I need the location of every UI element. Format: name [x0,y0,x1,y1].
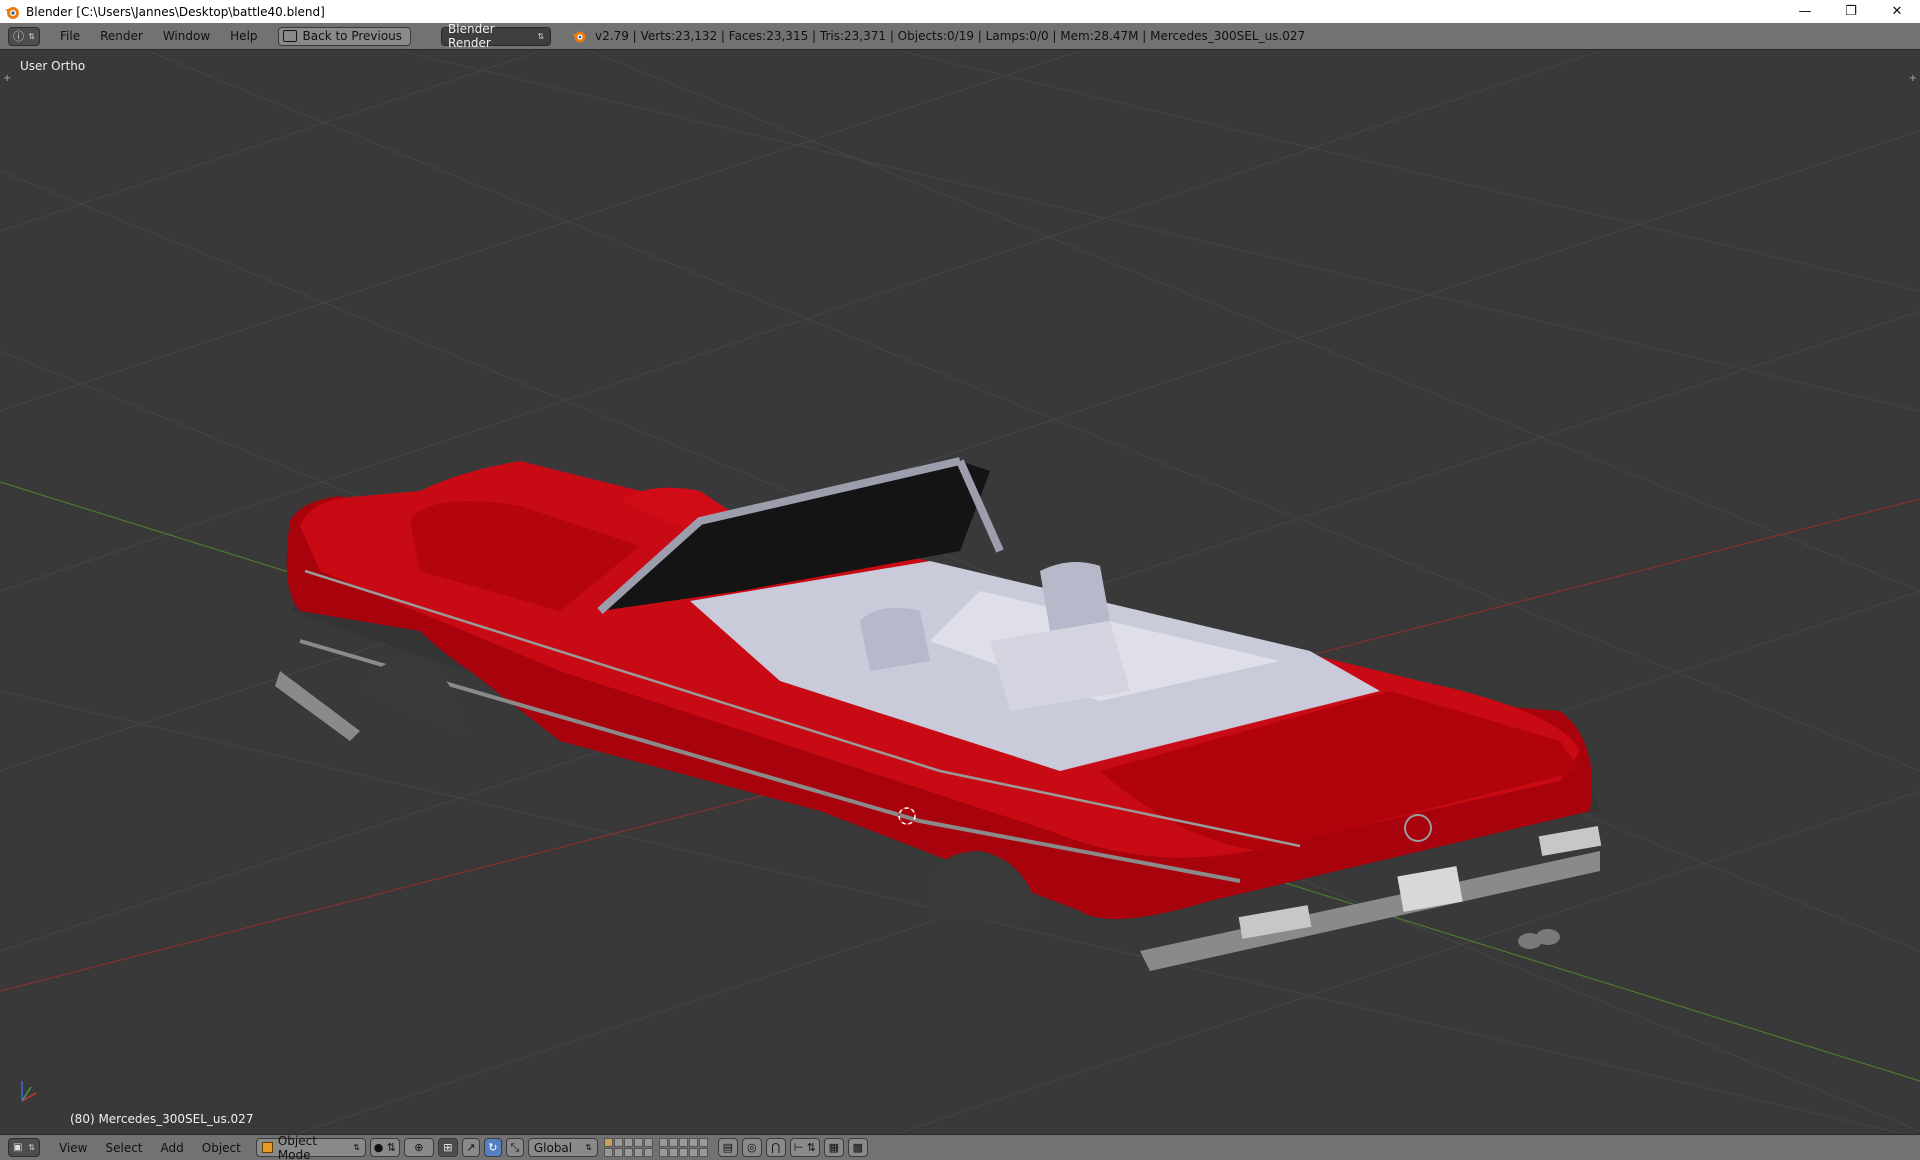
layer-icon[interactable] [603,1138,653,1157]
viewport-shading-icon: ● ⇅ [373,1141,396,1154]
active-object-label: (80) Mercedes_300SEL_us.027 [70,1112,254,1126]
render-preview-icon: ▦ [828,1141,840,1154]
info-header: ⓘ ⇅ File Render Window Help Back to Prev… [0,22,1920,50]
scale-icon: ⤡ [510,1140,520,1154]
scale-manipulator-button[interactable]: ⤡ [505,1138,524,1157]
window-controls: — ❐ ✕ [1782,0,1920,23]
proportional-edit-button[interactable]: ◎ [741,1138,762,1157]
chevron-updown-icon: ⇅ [537,31,545,41]
menu-view[interactable]: View [50,1141,96,1155]
menu-render[interactable]: Render [90,29,153,43]
menu-select[interactable]: Select [96,1141,151,1155]
layer-icon[interactable] [658,1138,708,1157]
interaction-mode-select[interactable]: Object Mode ⇅ [255,1134,366,1160]
scene-statistics: v2.79 | Verts:23,132 | Faces:23,315 | Tr… [595,29,1306,43]
3d-view-menu: View Select Add Object [50,1141,250,1155]
viewport-shading-button[interactable]: ● ⇅ [369,1138,400,1157]
editor-type-selector-3d[interactable]: ▣ ⇅ [8,1138,40,1157]
transform-orientation-select[interactable]: Global ⇅ [527,1138,598,1157]
snap-toggle-button[interactable]: ⋂ [765,1138,786,1157]
view-label: User Ortho [20,59,86,73]
magnet-icon: ⋂ [771,1141,781,1154]
axis-gizmo [21,1081,37,1102]
blender-logo-icon [4,4,20,20]
3d-view-header: ▣ ⇅ View Select Add Object Object Mode ⇅… [0,1134,1920,1160]
menu-help[interactable]: Help [220,29,267,43]
object-mode-icon [261,1142,273,1153]
3d-viewport[interactable]: + + User Ortho (80) Mercedes_300SEL_us.0… [0,51,1920,1133]
mode-label: Object Mode [277,1133,317,1160]
pivot-icon: ⊕ [414,1141,424,1154]
window-title-bar: Blender [C:\Users\Jannes\Desktop\battle4… [0,0,1920,23]
info-editor-icon: ⓘ [13,30,24,43]
back-icon [282,30,297,42]
menu-add[interactable]: Add [152,1141,193,1155]
3d-view-editor-icon: ▣ [13,1142,23,1153]
snap-element-icon: ⊢ ⇅ [793,1141,816,1154]
viewport-grid [0,51,1920,1133]
orientation-label: Global [533,1140,573,1155]
minimize-button[interactable]: — [1782,0,1828,23]
area-split-handle-left[interactable]: + [3,73,11,84]
menu-window[interactable]: Window [153,29,220,43]
back-to-previous-button[interactable]: Back to Previous [277,26,412,46]
editor-type-selector[interactable]: ⓘ ⇅ [8,26,40,46]
rotate-icon: ↻ [488,1141,498,1154]
area-split-handle-right[interactable]: + [1909,73,1917,84]
opengl-render-button[interactable]: ▦ [823,1138,844,1157]
chevron-updown-icon: ⇅ [28,1143,35,1152]
maximize-button[interactable]: ❐ [1828,0,1874,23]
back-to-previous-label: Back to Previous [302,29,403,43]
chevron-updown-icon: ⇅ [585,1143,592,1152]
render-icon [571,28,587,44]
chevron-updown-icon: ⇅ [28,31,35,41]
snap-element-select[interactable]: ⊢ ⇅ [789,1138,820,1157]
opengl-animation-button[interactable]: ▩ [847,1138,868,1157]
pivot-point-button[interactable]: ⊕ [403,1138,434,1157]
translate-manipulator-button[interactable]: ↗ [461,1138,480,1157]
lock-icon: ▤ [722,1141,734,1154]
chevron-updown-icon: ⇅ [353,1143,360,1152]
close-button[interactable]: ✕ [1874,0,1920,23]
render-engine-select[interactable]: Blender Render ⇅ [441,22,552,50]
proportional-edit-icon: ◎ [747,1141,757,1154]
scene-layers[interactable] [603,1138,714,1157]
lock-camera-button[interactable]: ▤ [717,1138,738,1157]
menu-object[interactable]: Object [193,1141,250,1155]
rotate-manipulator-button[interactable]: ↻ [483,1138,502,1157]
manipulator-toggle-button[interactable]: ⊞ [437,1138,458,1157]
window-title: Blender [C:\Users\Jannes\Desktop\battle4… [26,4,325,19]
translate-icon: ↗ [466,1141,476,1154]
render-engine-label: Blender Render [448,22,495,50]
manipulator-icon: ⊞ [443,1141,453,1154]
info-menu: File Render Window Help [50,29,268,43]
clapper-icon: ▩ [852,1141,864,1154]
menu-file[interactable]: File [50,29,90,43]
car-model[interactable] [275,457,1602,971]
